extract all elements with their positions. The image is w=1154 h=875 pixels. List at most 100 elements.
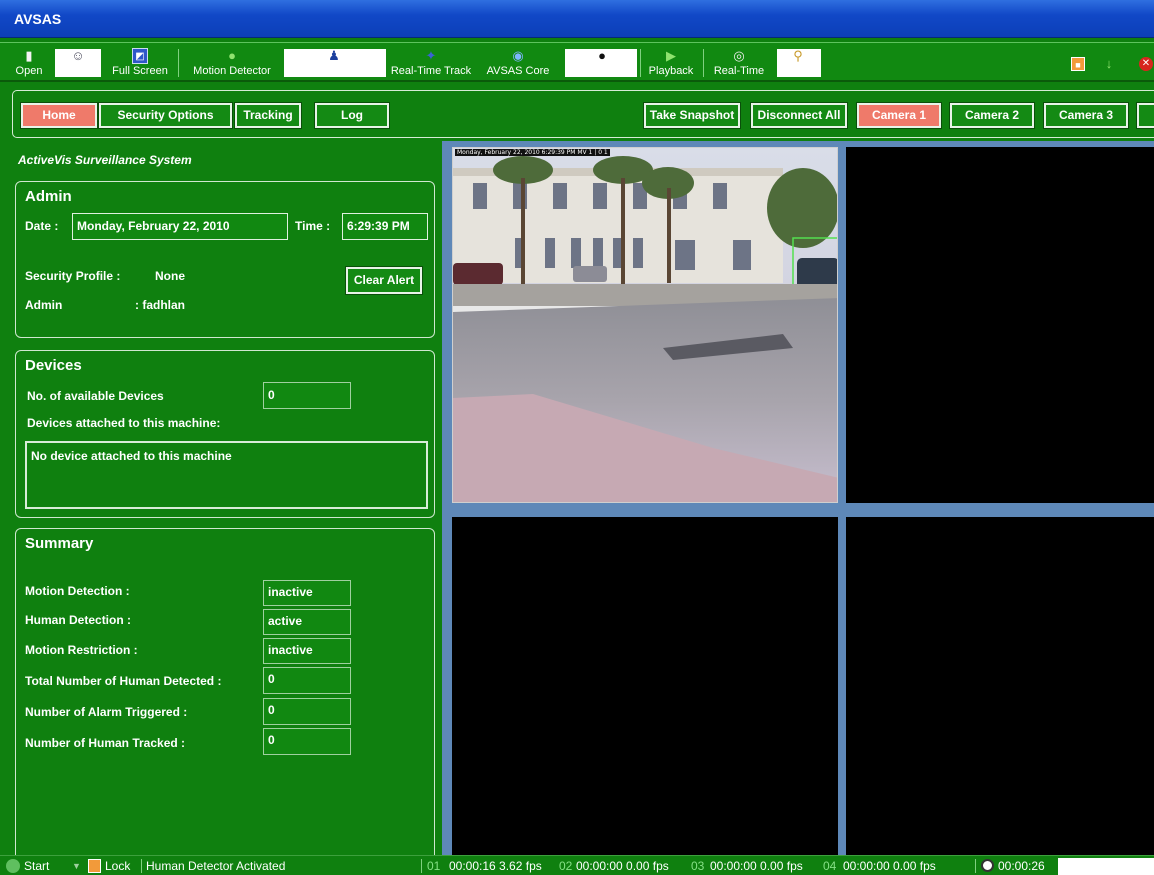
tab-home[interactable]: Home — [20, 102, 98, 129]
available-devices-label: No. of available Devices — [27, 389, 164, 403]
status-separator — [141, 859, 142, 873]
alarm-triggered-label: Number of Alarm Triggered : — [25, 705, 188, 719]
camera-1-button[interactable]: Camera 1 — [856, 102, 942, 129]
play-icon: ▶ — [666, 48, 676, 63]
elapsed-clock: 00:00:26 — [998, 859, 1045, 873]
camera-4-view[interactable] — [846, 517, 1154, 855]
tab-log[interactable]: Log — [314, 102, 390, 129]
camera-3-view[interactable] — [452, 517, 838, 855]
channel-2-number: 02 — [559, 859, 573, 873]
take-snapshot-button[interactable]: Take Snapshot — [643, 102, 741, 129]
channel-3-stats: 00:00:00 0.00 fps — [710, 859, 803, 873]
real-time-button[interactable]: ◎ Real-Time — [710, 46, 768, 80]
fullscreen-icon: ◩ — [132, 48, 148, 64]
date-label: Date : — [25, 219, 59, 233]
motion-restriction-value: inactive — [263, 638, 351, 664]
chevron-down-icon[interactable]: ▼ — [72, 856, 81, 875]
open-button[interactable]: ▮ Open — [16, 46, 43, 80]
track-icon: ✦ — [425, 48, 437, 63]
motion-detection-value: inactive — [263, 580, 351, 606]
admin-label: Admin — [25, 298, 63, 312]
status-separator — [975, 859, 976, 873]
channel-1-stats: 00:00:16 3.62 fps — [449, 859, 542, 873]
save-icon[interactable]: ■ — [1071, 57, 1085, 71]
camera-4-button[interactable] — [1136, 102, 1154, 129]
date-field: Monday, February 22, 2010 — [72, 213, 288, 240]
people-icon: ☺ — [71, 48, 85, 63]
human-detection-label: Human Detection : — [25, 613, 132, 627]
human-tracked-value: 0 — [263, 728, 351, 755]
security-profile-label: Security Profile : — [25, 269, 121, 283]
motion-restriction-label: Motion Restriction : — [25, 643, 138, 657]
motion-detector-button[interactable]: ● Motion Detector — [186, 46, 278, 80]
navigation-bar: Home Security Options Tracking Log Take … — [12, 90, 1154, 138]
close-icon[interactable]: ✕ — [1139, 57, 1153, 71]
status-field — [1058, 858, 1154, 875]
security-profile-value: None — [155, 269, 185, 283]
playback-button[interactable]: ▶ Playback — [645, 46, 697, 80]
webcam-icon: ● — [598, 48, 606, 63]
human-tracked-label: Number of Human Tracked : — [25, 736, 186, 750]
full-screen-button[interactable]: ◩ Full Screen — [108, 46, 172, 80]
title-bar: AVSAS — [0, 0, 1154, 38]
admin-panel: Admin Date : Monday, February 22, 2010 T… — [15, 181, 435, 338]
search-button[interactable]: ⚲ — [786, 46, 810, 80]
webcam-button[interactable]: ● — [590, 46, 614, 80]
attached-devices-list[interactable]: No device attached to this machine — [25, 441, 428, 509]
clear-alert-button[interactable]: Clear Alert — [345, 266, 423, 295]
attached-devices-label: Devices attached to this machine: — [27, 416, 221, 430]
toolbar: ▮ Open ☺ ◩ Full Screen ● Motion Detector… — [0, 42, 1154, 82]
user-icon: ♟ — [328, 48, 340, 63]
download-icon[interactable]: ↓ — [1102, 57, 1116, 71]
channel-2-stats: 00:00:00 0.00 fps — [576, 859, 669, 873]
motion-icon: ● — [228, 48, 236, 63]
video-grid: Monday, February 22, 2010 6:29:39 PM MV … — [442, 141, 1154, 855]
camera-2-view[interactable] — [846, 147, 1154, 503]
devices-title: Devices — [25, 357, 82, 374]
users-button[interactable]: ☺ — [65, 46, 91, 80]
app-window: AVSAS ▮ Open ☺ ◩ Full Screen ● Motion De… — [0, 0, 1154, 875]
toolbar-separator — [640, 49, 641, 77]
tab-security-options[interactable]: Security Options — [98, 102, 233, 129]
channel-4-stats: 00:00:00 0.00 fps — [843, 859, 936, 873]
channel-4-number: 04 — [823, 859, 837, 873]
real-time-track-button[interactable]: ✦ Real-Time Track — [386, 46, 476, 80]
start-button[interactable]: Start — [24, 856, 49, 875]
camera-1-view[interactable]: Monday, February 22, 2010 6:29:39 PM MV … — [452, 147, 838, 503]
camera-2-button[interactable]: Camera 2 — [949, 102, 1035, 129]
admin-value: : fadhlan — [135, 298, 185, 312]
clock-icon — [981, 859, 994, 872]
camera-timestamp-overlay: Monday, February 22, 2010 6:29:39 PM MV … — [455, 149, 610, 156]
summary-title: Summary — [25, 535, 94, 552]
lock-icon — [88, 859, 101, 873]
human-detection-value: active — [263, 609, 351, 635]
available-devices-field: 0 — [263, 382, 351, 409]
brand-label: ActiveVis Surveillance System — [18, 153, 192, 167]
street-scene-image — [453, 148, 837, 502]
status-message: Human Detector Activated — [146, 859, 286, 873]
alarm-triggered-value: 0 — [263, 698, 351, 725]
total-human-detected-value: 0 — [263, 667, 351, 694]
magnifier-icon: ⚲ — [793, 48, 803, 63]
avsas-core-button[interactable]: ◉ AVSAS Core — [483, 46, 553, 80]
tab-tracking[interactable]: Tracking — [234, 102, 302, 129]
start-icon — [6, 859, 20, 873]
time-label: Time : — [295, 219, 331, 233]
globe-icon: ◉ — [512, 48, 524, 63]
status-separator — [421, 859, 422, 873]
user-button[interactable]: ♟ — [322, 46, 346, 80]
disconnect-all-button[interactable]: Disconnect All — [750, 102, 848, 129]
camera-3-button[interactable]: Camera 3 — [1043, 102, 1129, 129]
lock-button[interactable]: Lock — [105, 856, 130, 875]
window-title: AVSAS — [14, 11, 62, 27]
channel-1-number: 01 — [427, 859, 441, 873]
summary-panel: Summary Motion Detection : inactive Huma… — [15, 528, 435, 864]
admin-title: Admin — [25, 188, 72, 205]
toolbar-separator — [703, 49, 704, 77]
door-icon: ▮ — [25, 48, 33, 63]
status-bar: Start ▼ Lock Human Detector Activated 01… — [0, 855, 1154, 875]
devices-panel: Devices No. of available Devices 0 Devic… — [15, 350, 435, 518]
motion-detection-label: Motion Detection : — [25, 584, 130, 598]
toolbar-separator — [178, 49, 179, 77]
total-human-detected-label: Total Number of Human Detected : — [25, 674, 222, 688]
